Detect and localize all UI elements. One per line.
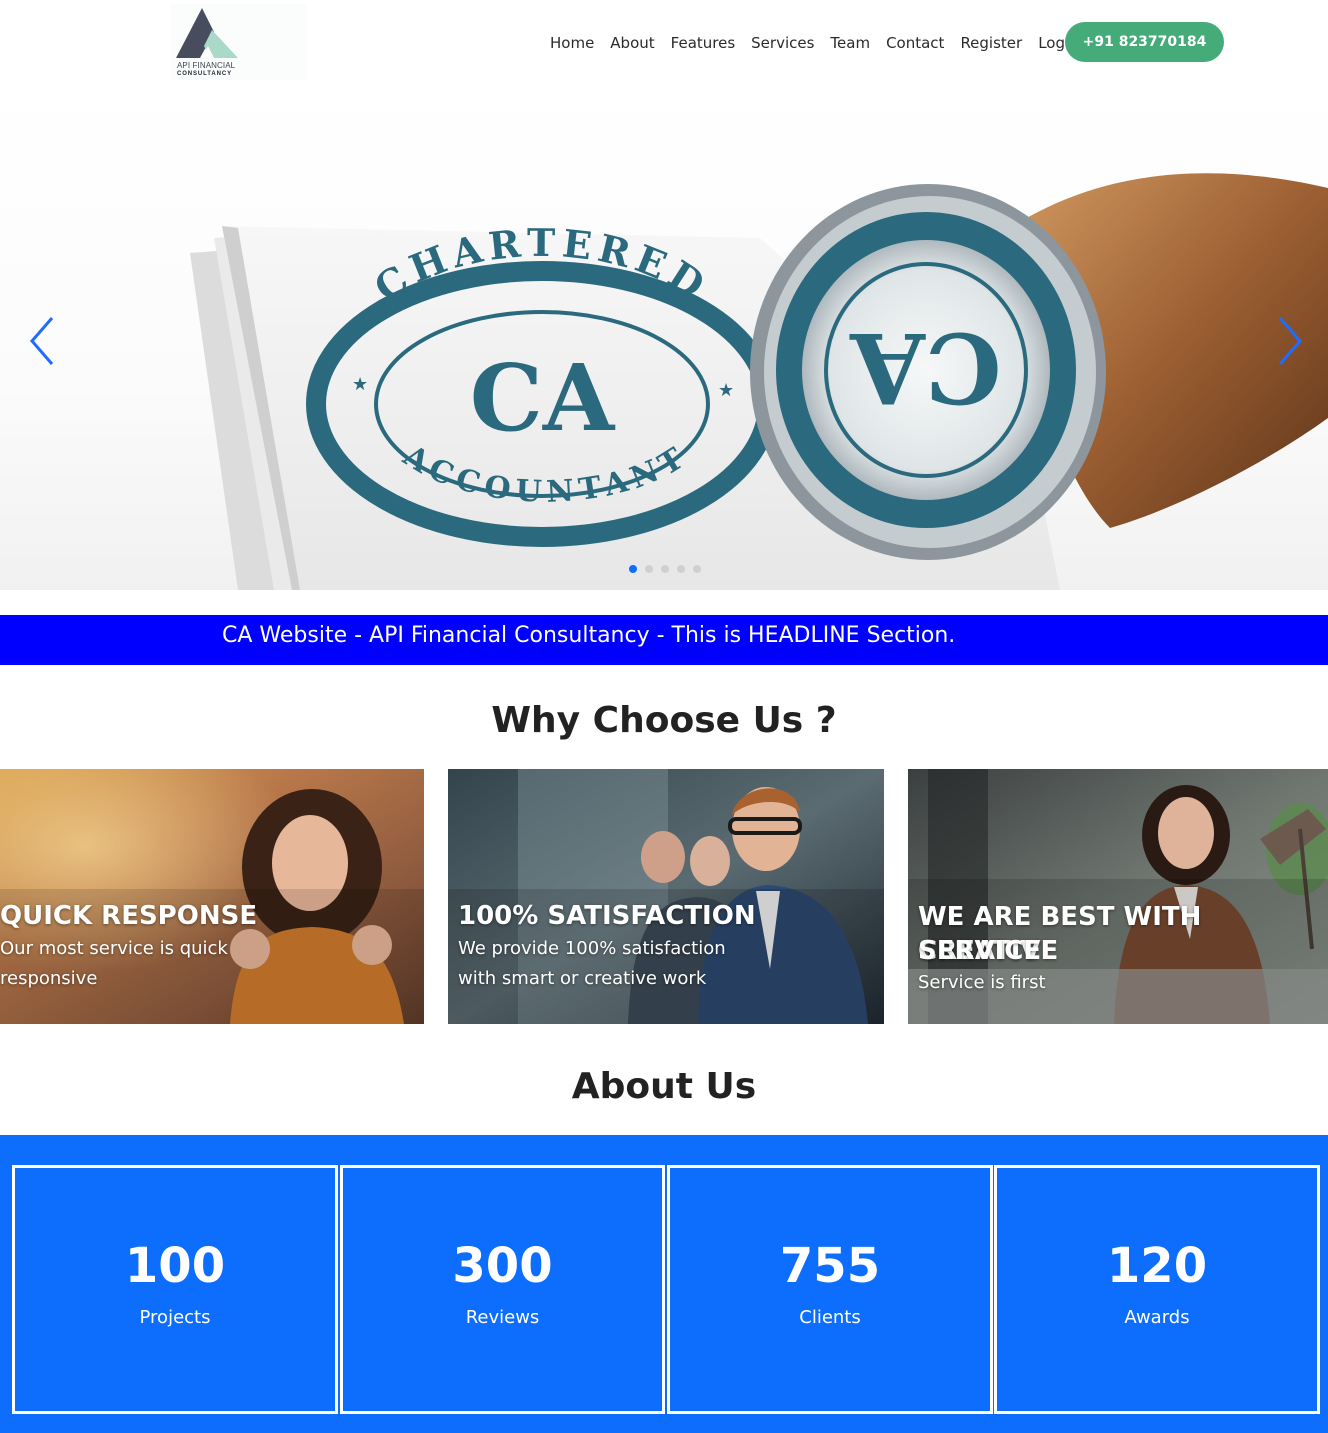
brand-logo[interactable]: API FINANCIAL CONSULTANCY — [170, 4, 306, 80]
ca-stamp-graphic: CA — [750, 173, 1328, 560]
carousel-indicator[interactable] — [629, 565, 637, 573]
carousel-indicator[interactable] — [677, 565, 685, 573]
stats-section: 100 Projects 300 Reviews 755 Clients 120… — [0, 1135, 1328, 1433]
feature-card-text: Our most service is quick — [0, 938, 228, 959]
carousel-prev-button[interactable] — [22, 314, 62, 368]
stat-label: Projects — [139, 1307, 211, 1328]
chevron-left-icon — [30, 317, 54, 365]
seal-center-text: CA — [470, 344, 616, 452]
stamp-center-text: CA — [849, 311, 1001, 424]
nav-menu: Home About Features Services Team Contac… — [550, 31, 1079, 55]
carousel-indicator[interactable] — [661, 565, 669, 573]
stat-label: Clients — [799, 1307, 861, 1328]
carousel-next-button[interactable] — [1270, 314, 1310, 368]
logo-mark-icon — [176, 8, 238, 58]
stat-projects: 100 Projects — [12, 1165, 338, 1414]
headline-text: CA Website - API Financial Consultancy -… — [222, 623, 956, 648]
svg-text:★: ★ — [718, 380, 734, 401]
feature-card-text: responsive — [0, 968, 98, 989]
hero-carousel: CHARTERED ACCOUNTANT CA ★ ★ CA — [0, 88, 1328, 590]
stat-clients: 755 Clients — [667, 1165, 993, 1414]
nav-contact[interactable]: Contact — [886, 31, 944, 55]
nav-register[interactable]: Register — [960, 31, 1022, 55]
ca-seal-graphic: CHARTERED ACCOUNTANT CA ★ ★ — [306, 220, 778, 547]
stat-value: 120 — [1106, 1238, 1208, 1294]
feature-card-creative-service: WE ARE BEST WITH CREATIVE SERVICE Servic… — [908, 769, 1328, 1024]
nav-services[interactable]: Services — [751, 31, 814, 55]
feature-card-satisfaction: 100% SATISFACTION We provide 100% satisf… — [448, 769, 884, 1024]
about-us-title: About Us — [571, 1066, 757, 1107]
feature-card-text: We provide 100% satisfaction — [458, 938, 726, 959]
stat-value: 100 — [124, 1238, 226, 1294]
headline-bar: CA Website - API Financial Consultancy -… — [0, 615, 1328, 665]
feature-card-title: SERVICE — [918, 936, 1042, 966]
chevron-right-icon — [1278, 317, 1302, 365]
nav-features[interactable]: Features — [671, 31, 736, 55]
stat-awards: 120 Awards — [994, 1165, 1320, 1414]
nav-home[interactable]: Home — [550, 31, 594, 55]
phone-call-button[interactable]: +91 823770184 — [1065, 22, 1224, 62]
feature-card-text: Service is first — [918, 972, 1046, 993]
feature-card-title: 100% SATISFACTION — [458, 901, 756, 931]
svg-text:★: ★ — [352, 374, 368, 395]
carousel-indicator[interactable] — [693, 565, 701, 573]
nav-about[interactable]: About — [610, 31, 654, 55]
stat-label: Reviews — [465, 1307, 540, 1328]
navbar: API FINANCIAL CONSULTANCY Home About Fea… — [0, 0, 1328, 86]
stat-label: Awards — [1124, 1307, 1190, 1328]
why-choose-us-title: Why Choose Us ? — [491, 700, 837, 741]
brand-tagline: CONSULTANCY — [177, 71, 233, 77]
hero-slide-image: CHARTERED ACCOUNTANT CA ★ ★ CA — [190, 173, 1328, 590]
brand-name: API FINANCIAL — [177, 61, 236, 70]
stat-value: 755 — [779, 1238, 881, 1294]
feature-card-text: with smart or creative work — [458, 968, 707, 989]
feature-card-quick-response: QUICK RESPONSE Our most service is quick… — [0, 769, 424, 1024]
stat-value: 300 — [452, 1238, 553, 1294]
stat-reviews: 300 Reviews — [340, 1165, 665, 1414]
nav-team[interactable]: Team — [830, 31, 870, 55]
carousel-indicator[interactable] — [645, 565, 653, 573]
feature-card-title: QUICK RESPONSE — [0, 901, 258, 931]
carousel-indicators — [629, 565, 709, 573]
